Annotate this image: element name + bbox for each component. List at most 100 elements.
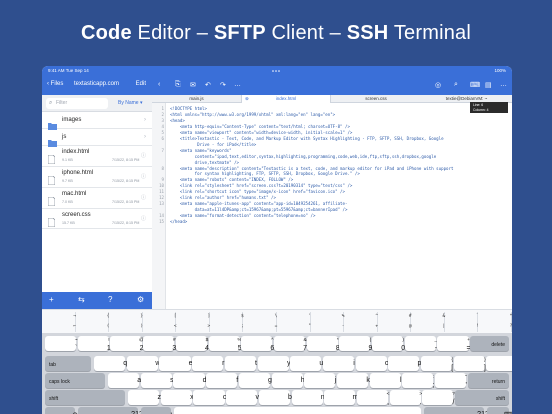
globe-key[interactable]: ⊕: [45, 407, 78, 414]
add-icon[interactable]: +: [49, 295, 54, 304]
extra-key[interactable]: *?: [478, 312, 512, 332]
key-4[interactable]: $4: [175, 336, 209, 352]
extra-key[interactable]: $;: [210, 312, 244, 332]
keyboard-icon[interactable]: ⌨: [470, 81, 480, 89]
key-5[interactable]: % 5: [208, 336, 242, 352]
shift-left-key[interactable]: shift: [45, 390, 125, 405]
extra-key[interactable]: % -: [311, 312, 344, 332]
info-icon[interactable]: ⓘ: [141, 194, 146, 201]
file-row[interactable]: mac.html 7.0 KB 7/15/22, 8:15 PM ⓘ: [42, 188, 152, 209]
preview-icon[interactable]: ◎: [435, 81, 441, 89]
key-k[interactable]: k: [336, 373, 370, 388]
extra-key[interactable]: `!: [445, 312, 479, 332]
extra-key[interactable]: [<: [143, 312, 177, 332]
shift-right-key[interactable]: shift: [455, 390, 509, 405]
file-row[interactable]: iphone.html 9.7 KB 7/15/22, 8:15 PM ⓘ: [42, 167, 152, 188]
key-bracket[interactable]: {[: [421, 356, 453, 372]
key-x[interactable]: x: [160, 390, 194, 405]
key-a[interactable]: a: [108, 373, 141, 388]
key-7[interactable]: & 7: [273, 336, 307, 352]
return-key[interactable]: return: [467, 373, 509, 388]
key-y[interactable]: y: [257, 356, 290, 371]
transfer-icon[interactable]: ⇆: [78, 295, 85, 304]
info-icon[interactable]: ⓘ: [141, 152, 146, 159]
key-m[interactable]: m: [324, 390, 358, 405]
key-3[interactable]: #3: [143, 336, 176, 352]
key-j[interactable]: j: [304, 373, 336, 388]
extra-key[interactable]: {(: [76, 312, 109, 332]
delete-key[interactable]: delete: [470, 336, 509, 351]
key-punct[interactable]: :;: [402, 373, 434, 389]
key-c[interactable]: c: [193, 390, 226, 405]
key-11[interactable]: _ -: [404, 336, 437, 352]
key-bracket[interactable]: }]: [453, 356, 486, 372]
key-p[interactable]: p: [388, 356, 421, 371]
close-tab-icon[interactable]: ⊗: [245, 95, 249, 103]
key-l[interactable]: l: [369, 373, 402, 388]
key-s[interactable]: s: [140, 373, 174, 388]
key-i[interactable]: i: [322, 356, 355, 371]
key-z[interactable]: z: [128, 390, 161, 405]
file-row[interactable]: index.html 9.1 KB 7/15/22, 8:15 PM ⓘ: [42, 146, 152, 167]
key-9[interactable]: (9: [339, 336, 372, 352]
key-w[interactable]: w: [126, 356, 160, 371]
key-e[interactable]: e: [159, 356, 193, 371]
key-8[interactable]: * 8: [306, 336, 340, 352]
key-punct[interactable]: >.: [389, 390, 422, 406]
mail-icon[interactable]: ✉: [190, 81, 196, 89]
extra-key[interactable]: ' ": [277, 312, 311, 332]
info-icon[interactable]: ⓘ: [141, 215, 146, 222]
key-u[interactable]: u: [290, 356, 323, 371]
key-d[interactable]: d: [173, 373, 207, 388]
multitask-dots-icon[interactable]: [271, 70, 281, 72]
numbers-left-key[interactable]: .?123: [78, 407, 147, 414]
key-f[interactable]: f: [206, 373, 238, 388]
undo-icon[interactable]: ↶: [205, 81, 211, 89]
more-menu-icon[interactable]: …: [500, 81, 507, 88]
key-10[interactable]: ) 0: [372, 336, 405, 352]
space-key[interactable]: [174, 407, 421, 414]
numbers-right-key[interactable]: .?123: [424, 407, 493, 414]
search-icon[interactable]: ⌕: [454, 81, 458, 89]
symbol-list-icon[interactable]: ▤: [485, 81, 492, 89]
tab-key[interactable]: tab: [45, 356, 91, 371]
key-1[interactable]: ! 1: [77, 336, 111, 352]
key-t[interactable]: t: [224, 356, 257, 371]
redo-icon[interactable]: ↷: [220, 81, 226, 89]
extra-key[interactable]: \ =: [243, 312, 277, 332]
key-n[interactable]: n: [291, 390, 325, 405]
caps-lock-key[interactable]: caps lock: [45, 373, 105, 388]
key-g[interactable]: g: [238, 373, 272, 388]
file-row[interactable]: screen.css 15.7 KB 7/15/22, 8:15 PM ⓘ: [42, 209, 152, 229]
copy-icon[interactable]: ⎘: [175, 81, 181, 89]
extra-key[interactable]: & |: [411, 312, 445, 332]
tab-main-js[interactable]: main.js: [152, 95, 241, 103]
hide-keyboard-key[interactable]: ⌨: [487, 407, 512, 414]
tab-screen-css[interactable]: screen.css: [331, 95, 421, 103]
extra-key[interactable]: → ←: [42, 312, 76, 332]
key-b[interactable]: b: [258, 390, 292, 405]
dictation-key[interactable]: ♪: [141, 407, 173, 414]
key-punct[interactable]: ? /: [422, 390, 455, 406]
extra-key[interactable]: ] >: [176, 312, 210, 332]
key-12[interactable]: + =: [437, 336, 471, 352]
folder-row[interactable]: images ›: [42, 112, 152, 130]
settings-icon[interactable]: ⚙: [137, 295, 144, 304]
extra-key[interactable]: ^ +: [344, 312, 378, 332]
more-icon[interactable]: …: [234, 81, 241, 88]
extra-key[interactable]: # @: [378, 312, 412, 332]
code-editor[interactable]: 1 2 3 4 5 6 7 8 9 10 11 12 13 14 15 <!DOCTYPE html> <ht…: [152, 103, 512, 309]
key-o[interactable]: o: [355, 356, 389, 371]
key-bracket[interactable]: |\: [486, 356, 512, 371]
sort-button[interactable]: By Name ▾: [118, 100, 142, 106]
key-0[interactable]: ~ `: [45, 336, 78, 352]
key-punct[interactable]: " ': [435, 373, 467, 389]
key-punct[interactable]: <,: [356, 390, 389, 406]
help-icon[interactable]: ?: [108, 295, 112, 304]
edit-button[interactable]: Edit: [136, 81, 146, 87]
key-r[interactable]: r: [192, 356, 224, 371]
key-6[interactable]: ^ 6: [241, 336, 274, 352]
folder-row[interactable]: js ›: [42, 129, 152, 147]
key-q[interactable]: q: [94, 356, 127, 371]
filter-input[interactable]: ⌕ Filter: [46, 98, 108, 109]
